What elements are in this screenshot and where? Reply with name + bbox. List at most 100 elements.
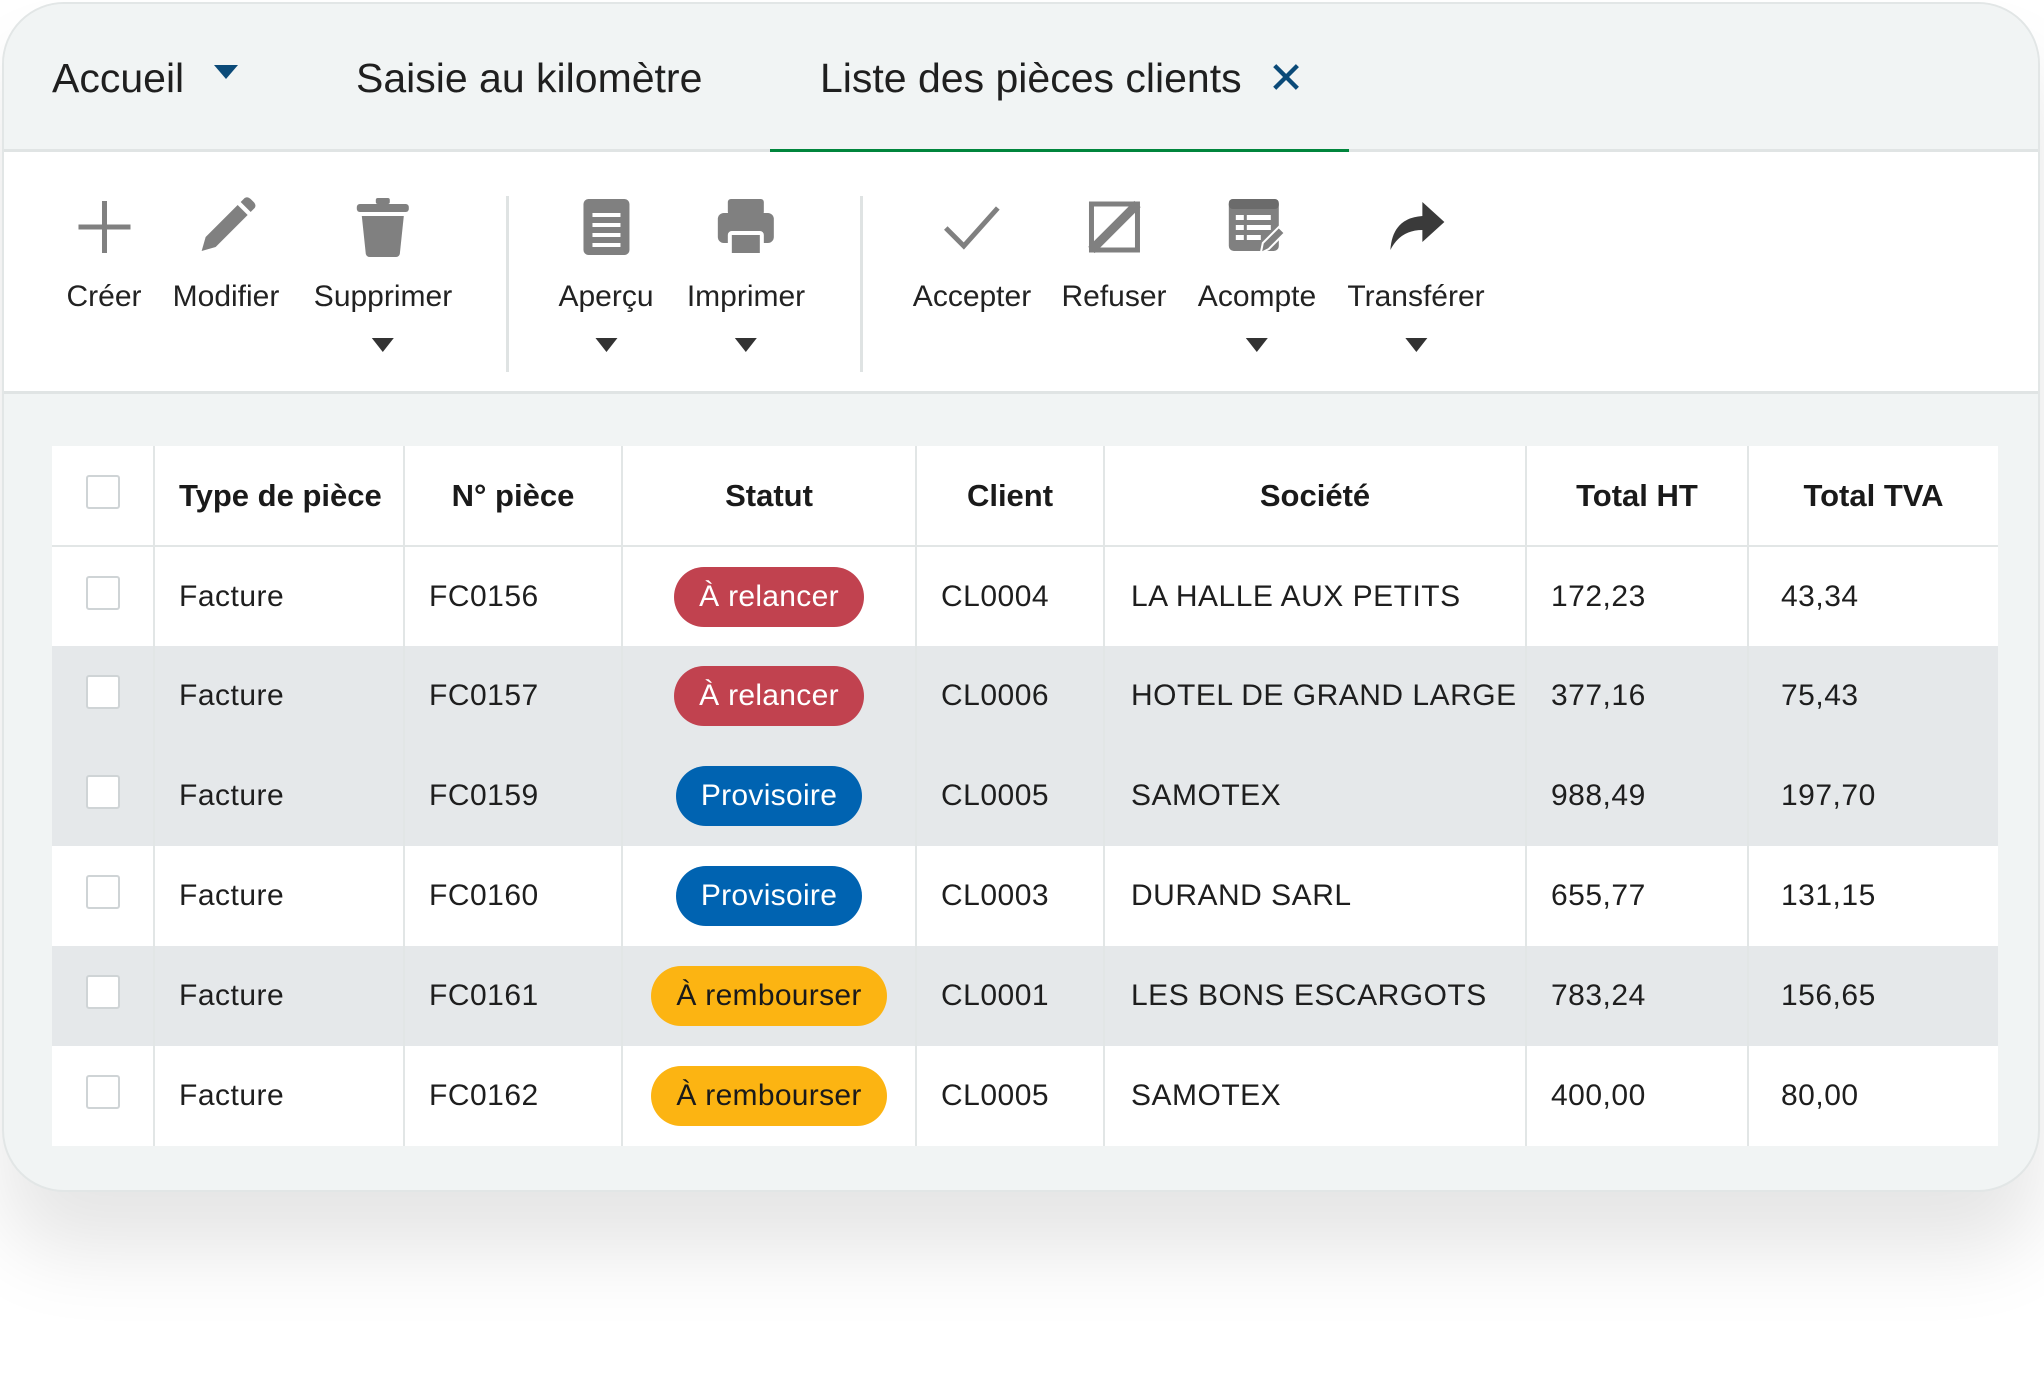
cell-type: Facture — [154, 646, 405, 746]
cell-total-ht: 655,77 — [1526, 846, 1749, 946]
cell-client: CL0005 — [916, 746, 1105, 846]
row-select-cell — [52, 646, 155, 746]
cell-statut: À rembourser — [622, 946, 917, 1046]
chevron-down-icon[interactable] — [371, 338, 394, 352]
cell-total-ht: 400,00 — [1526, 1046, 1749, 1146]
table-row[interactable]: Facture FC0161 À rembourser CL0001 LES BONS … — [52, 946, 1998, 1046]
cell-total-tva: 131,15 — [1781, 879, 1876, 912]
cell-client: CL0003 — [916, 846, 1105, 946]
cell-num: FC0160 — [404, 846, 623, 946]
chevron-down-icon[interactable] — [1245, 338, 1268, 352]
cell-total-ht: 172,23 — [1526, 546, 1749, 646]
column-header-total-tva[interactable]: Total TVA — [1748, 446, 1998, 547]
row-checkbox[interactable] — [85, 975, 120, 1009]
cell-societe: SAMOTEX — [1104, 1046, 1527, 1146]
column-header-type[interactable]: Type de pièce — [154, 446, 405, 547]
refuser-label: Refuser — [1061, 280, 1167, 313]
printer-icon — [716, 192, 776, 262]
column-header-client[interactable]: Client — [916, 446, 1105, 547]
imprimer-label: Imprimer — [686, 280, 806, 313]
tab-saisie-au-kilometre[interactable]: Saisie au kilomètre — [356, 4, 702, 152]
status-badge: À rembourser — [651, 1066, 887, 1126]
row-checkbox[interactable] — [85, 775, 120, 809]
column-header-total-ht[interactable]: Total HT — [1526, 446, 1749, 547]
cell-total-tva: 197,70 — [1748, 746, 1998, 846]
table-row[interactable]: Facture FC0160 Provisoire CL0003 DURAND SARL… — [52, 846, 1998, 946]
status-badge: Provisoire — [675, 866, 863, 926]
column-header-statut[interactable]: Statut — [622, 446, 917, 547]
imprimer-button[interactable]: Imprimer — [687, 192, 805, 352]
cell-type: Facture — [154, 946, 405, 1046]
cell-societe: SAMOTEX — [1104, 746, 1527, 846]
cell-societe: HOTEL DE GRAND LARGE — [1104, 646, 1527, 746]
row-select-cell — [52, 546, 155, 646]
tab-accueil[interactable]: Accueil — [52, 4, 239, 152]
row-select-cell — [52, 746, 155, 846]
table-row[interactable]: Facture FC0162 À rembourser CL0005 SAMOTEX 40… — [52, 1046, 1998, 1146]
cell-num: FC0156 — [404, 546, 623, 646]
chevron-down-icon[interactable] — [735, 338, 757, 352]
chevron-down-icon[interactable] — [214, 65, 239, 79]
cell-num: FC0161 — [404, 946, 623, 1046]
row-checkbox[interactable] — [85, 1075, 120, 1109]
cell-statut: À relancer — [622, 646, 917, 746]
documents-table: Type de pièce N° pièce Statut Client Soc… — [52, 446, 1998, 1146]
tab-saisie-label: Saisie au kilomètre — [356, 54, 703, 101]
acompte-button[interactable]: Acompte — [1198, 192, 1316, 352]
cell-societe: LA HALLE AUX PETITS — [1104, 546, 1527, 646]
cell-num: FC0162 — [404, 1046, 623, 1146]
modifier-button[interactable]: Modifier — [173, 192, 279, 314]
apercu-button[interactable]: Aperçu — [558, 192, 654, 352]
chevron-down-icon[interactable] — [595, 338, 617, 352]
refuser-button[interactable]: Refuser — [1061, 192, 1167, 314]
chevron-down-icon[interactable] — [1404, 338, 1427, 352]
column-header-societe[interactable]: Société — [1104, 446, 1527, 547]
cell-total-tva: 43,34 — [1781, 579, 1859, 613]
toolbar-divider — [506, 196, 509, 372]
table-row[interactable]: Facture FC0157 À relancer CL0006 HOTEL DE GR… — [52, 646, 1998, 746]
accepter-button[interactable]: Accepter — [913, 192, 1031, 314]
forward-arrow-icon — [1386, 192, 1446, 262]
cell-statut: Provisoire — [622, 746, 917, 846]
cell-statut: À rembourser — [622, 1046, 917, 1146]
accepter-label: Accepter — [912, 280, 1032, 313]
status-badge: Provisoire — [675, 766, 863, 826]
trash-icon — [354, 192, 412, 262]
cell-num: FC0159 — [404, 746, 623, 846]
column-header-num[interactable]: N° pièce — [404, 446, 623, 547]
toolbar: Créer Modifier Supprimer Aperçu Imprimer… — [4, 152, 2038, 394]
row-checkbox[interactable] — [85, 875, 120, 909]
tab-liste-pieces-clients[interactable]: Liste des pièces clients ✕ — [770, 4, 1349, 155]
supprimer-button[interactable]: Supprimer — [314, 192, 452, 352]
cell-total-tva: 75,43 — [1748, 646, 1998, 746]
cell-total-tva: 156,65 — [1748, 946, 1998, 1046]
select-all-checkbox[interactable] — [85, 474, 120, 509]
cell-societe: DURAND SARL — [1104, 846, 1527, 946]
close-icon[interactable]: ✕ — [1268, 53, 1305, 104]
creer-button[interactable]: Créer — [66, 192, 142, 314]
pencil-icon — [194, 192, 258, 262]
transferer-button[interactable]: Transférer — [1347, 192, 1485, 352]
status-badge: À rembourser — [651, 966, 887, 1026]
cell-client: CL0004 — [916, 546, 1105, 646]
row-select-cell — [52, 946, 155, 1046]
row-checkbox[interactable] — [85, 675, 120, 709]
cell-client: CL0001 — [916, 946, 1105, 1046]
tab-bar: Accueil Saisie au kilomètre Liste des pi… — [4, 4, 2038, 155]
tab-accueil-label: Accueil — [52, 54, 185, 101]
cell-client: CL0006 — [916, 646, 1105, 746]
table-row[interactable]: Facture FC0159 Provisoire CL0005 SAMOTEX 988,… — [52, 746, 1998, 846]
cell-num: FC0157 — [404, 646, 623, 746]
table-header-row: Type de pièce N° pièce Statut Client Soc… — [52, 446, 1998, 547]
select-all-cell — [52, 446, 155, 547]
row-checkbox[interactable] — [85, 575, 120, 610]
transferer-label: Transférer — [1347, 280, 1485, 313]
status-badge: À relancer — [674, 666, 864, 726]
cell-total-ht: 377,16 — [1526, 646, 1749, 746]
table-row[interactable]: Facture FC0156 À relancer CL0004 LA HALLE AU… — [52, 546, 1998, 646]
supprimer-label: Supprimer — [313, 280, 453, 313]
app-window: Accueil Saisie au kilomètre Liste des pi… — [2, 2, 2040, 1192]
document-icon — [581, 192, 631, 262]
cell-type: Facture — [154, 746, 405, 846]
toolbar-divider — [860, 196, 863, 372]
